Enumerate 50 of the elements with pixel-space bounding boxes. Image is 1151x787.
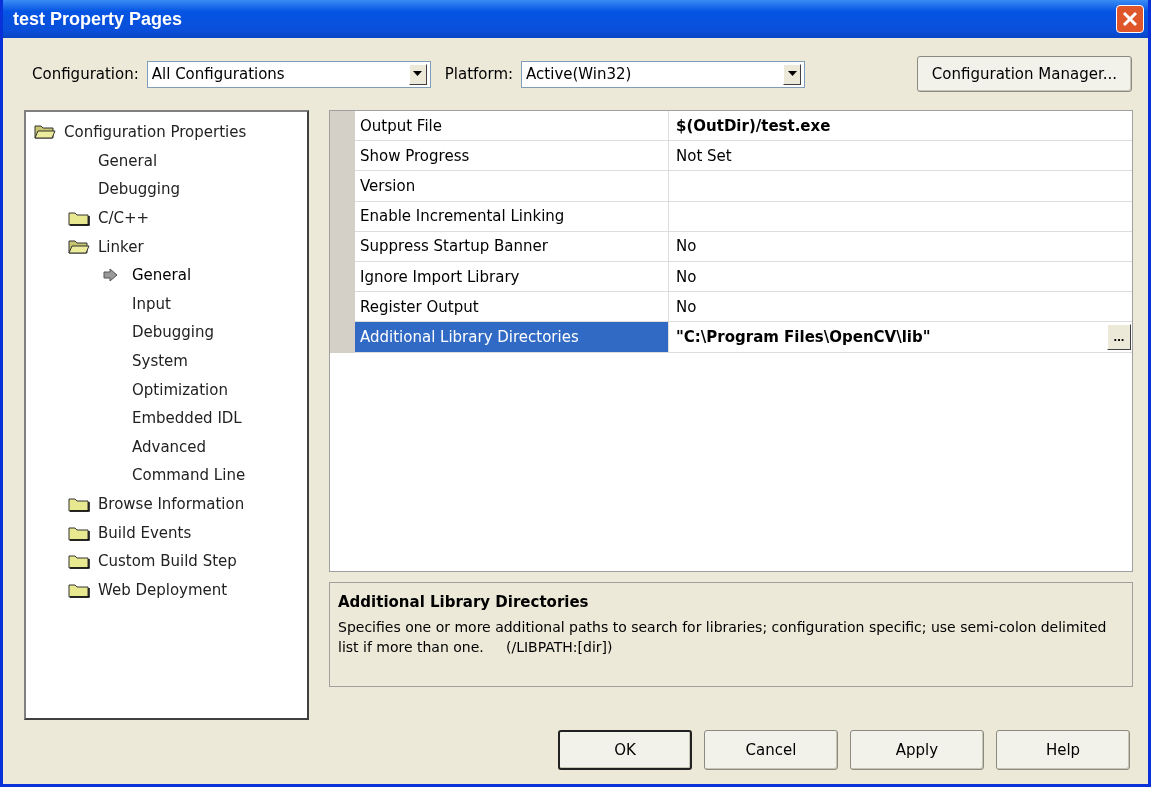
tree-item[interactable]: Linker — [98, 237, 144, 256]
property-name[interactable]: Additional Library Directories — [355, 322, 669, 352]
dialog-button[interactable]: Apply — [850, 730, 984, 770]
tree-item[interactable]: Debugging — [98, 180, 181, 199]
dropdown-button[interactable] — [408, 63, 427, 85]
tree-item[interactable]: System — [132, 352, 188, 371]
browse-button[interactable]: ... — [1107, 323, 1131, 350]
property-value[interactable]: "C:\Program Files\OpenCV\lib" — [676, 327, 931, 346]
dialog-button[interactable]: Cancel — [704, 730, 838, 770]
property-value[interactable]: $(OutDir)/test.exe — [676, 116, 831, 135]
tree-item[interactable]: Advanced — [132, 437, 207, 456]
field-label: Platform: — [444, 65, 514, 83]
tree-item[interactable]: General — [98, 151, 158, 170]
property-value[interactable]: No — [676, 237, 697, 256]
tree-item[interactable]: Command Line — [132, 466, 246, 485]
caret-icon — [413, 71, 423, 77]
property-value[interactable]: No — [676, 267, 697, 286]
field-label: Configuration: — [32, 65, 139, 83]
property-name[interactable]: Version — [355, 171, 669, 201]
dropdown-button[interactable] — [783, 63, 802, 85]
tree-item[interactable]: Web Deployment — [98, 580, 228, 599]
tree-item[interactable]: General — [132, 266, 192, 285]
property-name[interactable]: Register Output — [355, 292, 669, 322]
tree-item[interactable]: Build Events — [98, 523, 192, 542]
tree-item[interactable]: C/C++ — [98, 209, 150, 228]
tree-item[interactable]: Optimization — [132, 380, 228, 399]
property-name[interactable]: Suppress Startup Banner — [355, 231, 669, 261]
property-name[interactable]: Show Progress — [355, 141, 669, 171]
tree-item[interactable]: Configuration Properties — [64, 123, 247, 142]
configuration-manager-button[interactable]: Configuration Manager... — [916, 56, 1132, 92]
property-name[interactable]: Output File — [355, 111, 669, 141]
property-value[interactable]: Not Set — [676, 146, 732, 165]
description-text: Specifies one or more additional paths to search for libraries; configuration specific; use semi-colon delimited list if more than one. (/LIBPATH:[dir]) — [338, 618, 1108, 657]
dialog-button[interactable]: OK — [558, 730, 692, 770]
tree-item[interactable]: Browse Information — [98, 495, 245, 513]
property-value[interactable]: No — [676, 297, 697, 316]
dialog-button[interactable]: Help — [996, 730, 1130, 770]
close-icon — [1121, 10, 1139, 28]
close-button[interactable] — [1116, 5, 1144, 33]
tree-item[interactable]: Input — [132, 294, 171, 313]
tree-item[interactable]: Embedded IDL — [132, 409, 242, 428]
tree-item[interactable]: Debugging — [132, 323, 215, 342]
description-title: Additional Library Directories — [338, 593, 590, 611]
property-name[interactable]: Enable Incremental Linking — [355, 201, 669, 231]
window-title: test Property Pages — [13, 8, 183, 30]
dropdown-field[interactable]: All Configurations — [146, 60, 431, 88]
caret-icon — [787, 71, 797, 77]
tree-item[interactable]: Custom Build Step — [98, 552, 237, 571]
property-name[interactable]: Ignore Import Library — [355, 261, 669, 292]
dropdown-field[interactable]: Active(Win32) — [521, 60, 806, 88]
